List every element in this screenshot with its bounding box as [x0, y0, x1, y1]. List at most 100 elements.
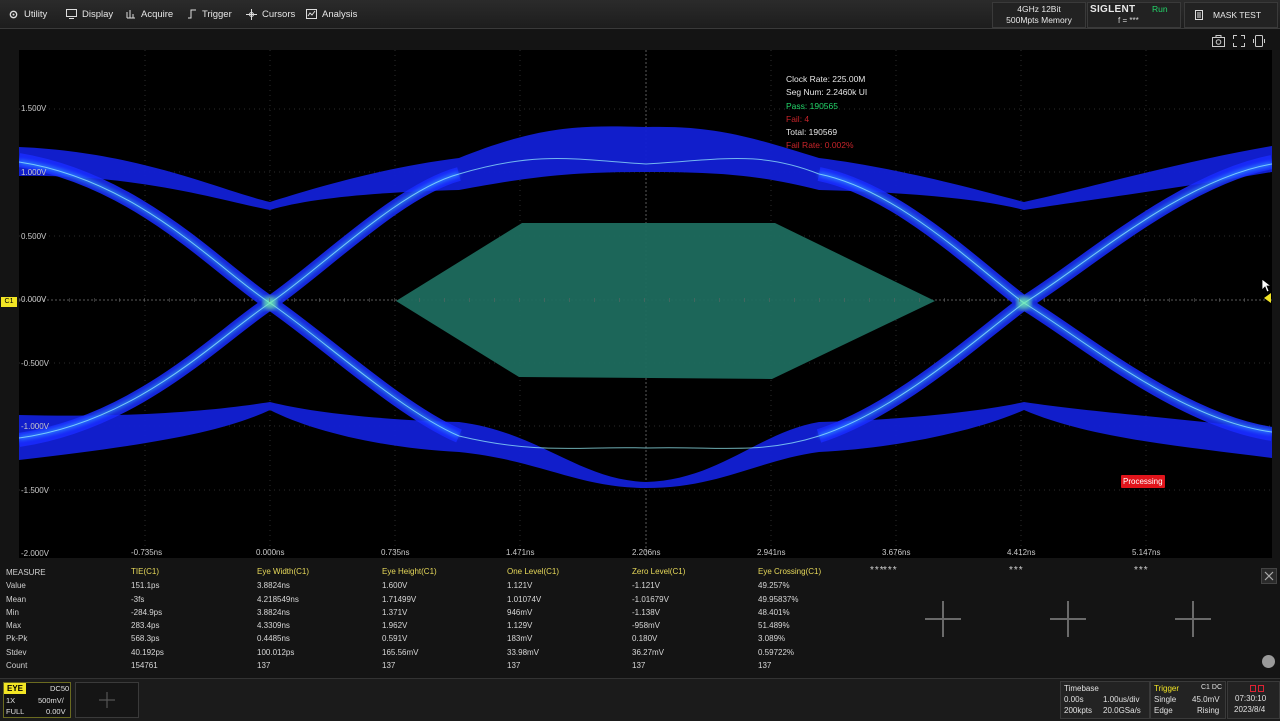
menu-utility-label: Utility	[24, 8, 48, 20]
measure-cell: 49.95837%	[758, 595, 799, 604]
measure-cell: 36.27mV	[632, 648, 665, 657]
measure-cell: -958mV	[632, 621, 661, 630]
timebase-points: 200kpts	[1064, 706, 1093, 715]
channel-offset-marker[interactable]: C1	[1, 297, 17, 307]
measure-cell: 0.180V	[632, 634, 658, 643]
timebase-box[interactable]: Timebase 0.00s 1.00us/div 200kpts 20.0GS…	[1060, 681, 1150, 719]
trigger-icon	[188, 9, 196, 19]
pass-count: Pass: 190565	[786, 100, 838, 111]
brand-name: SIGLENT	[1090, 4, 1136, 15]
measure-cell: 137	[758, 661, 772, 670]
mouse-pointer-icon	[1261, 278, 1271, 293]
total-count: Total: 190569	[786, 127, 838, 138]
y-label: -2.000V	[21, 549, 50, 558]
trigger-title: Trigger	[1154, 684, 1180, 693]
eye-offset: 0.00V	[46, 707, 66, 716]
add-channel-button[interactable]	[75, 682, 139, 718]
measure-cell: -1.01679V	[632, 595, 669, 604]
measure-cell: 137	[507, 661, 521, 670]
x-label: 3.676ns	[882, 548, 911, 557]
row-label: Mean	[6, 595, 27, 604]
measure-cell: 0.591V	[382, 634, 408, 643]
measure-column-title[interactable]: One Level(C1)	[507, 567, 559, 576]
acquire-icon	[126, 10, 135, 19]
add-measure-icon[interactable]	[1048, 599, 1088, 639]
measure-cell: -3fs	[131, 595, 145, 604]
measure-cell: 151.1ps	[131, 581, 160, 590]
cursors-icon	[246, 8, 257, 20]
menu-trigger[interactable]: Trigger	[187, 0, 232, 28]
measure-cell: 1.129V	[507, 621, 533, 630]
measure-panel: MEASURE Value Mean Min Max Pk-Pk Stdev C…	[0, 562, 1280, 676]
mask-test-button[interactable]: MASK TEST	[1184, 2, 1278, 28]
measure-cell: 3.089%	[758, 634, 786, 643]
timebase-rate: 20.0GSa/s	[1103, 706, 1141, 715]
screenshot-icon[interactable]	[1212, 35, 1226, 49]
eye-probe: 1X	[6, 696, 16, 705]
measure-column-title[interactable]: Eye Height(C1)	[382, 567, 437, 576]
measure-cell: 1.962V	[382, 621, 408, 630]
row-label: Count	[6, 661, 28, 670]
menu-trigger-label: Trigger	[202, 8, 232, 20]
timebase-delay: 0.00s	[1064, 695, 1084, 704]
panel-settings-icon[interactable]	[1262, 655, 1275, 668]
measure-column-title[interactable]: Eye Crossing(C1)	[758, 567, 821, 576]
fullscreen-icon[interactable]	[1233, 35, 1247, 49]
clock-box: 07:30:10 2023/8/4	[1227, 681, 1280, 719]
measure-cell: 0.4485ns	[257, 634, 290, 643]
trigger-level-marker[interactable]	[1264, 293, 1271, 303]
menu-cursors-label: Cursors	[262, 8, 296, 20]
menu-acquire-label: Acquire	[141, 8, 174, 20]
measure-cell: 4.3309ns	[257, 621, 290, 630]
waveform-display[interactable]	[19, 50, 1272, 558]
clock-time: 07:30:10	[1235, 694, 1267, 703]
measure-cell: 568.3ps	[131, 634, 160, 643]
add-measure-icon[interactable]	[923, 599, 963, 639]
status-bar: EYE DC50 1X 500mV/ FULL 0.00V Timebase 0…	[0, 678, 1280, 721]
fail-rate: Fail Rate: 0.002%	[786, 140, 854, 151]
row-label: Max	[6, 621, 22, 630]
document-icon	[1195, 10, 1203, 20]
measure-column-title[interactable]: TIE(C1)	[131, 567, 159, 576]
x-label: 2.941ns	[757, 548, 786, 557]
measure-cell: 283.4ps	[131, 621, 160, 630]
network-icon	[1250, 685, 1264, 692]
menu-cursors[interactable]: Cursors	[246, 0, 295, 28]
empty-measure-slot[interactable]: ***	[883, 565, 898, 576]
close-icon[interactable]	[1261, 568, 1277, 584]
y-label: 0.500V	[21, 232, 47, 241]
eye-channel-title: EYE	[4, 683, 26, 694]
measure-column-title[interactable]: Eye Width(C1)	[257, 567, 309, 576]
eye-coupling: DC50	[50, 684, 70, 693]
menu-utility[interactable]: Utility	[8, 0, 47, 28]
analysis-icon	[306, 9, 317, 19]
trigger-slope: Rising	[1197, 706, 1220, 715]
measure-cell: 49.257%	[758, 581, 790, 590]
measure-column-title[interactable]: Zero Level(C1)	[632, 567, 685, 576]
menu-analysis[interactable]: Analysis	[306, 0, 357, 28]
menu-analysis-label: Analysis	[322, 8, 358, 20]
measure-cell: 1.121V	[507, 581, 533, 590]
spec-line-1: 4GHz 12Bit	[1017, 4, 1061, 14]
empty-measure-slot[interactable]: ***	[1009, 565, 1024, 576]
measure-header-label: MEASURE	[6, 568, 46, 577]
trigger-type: Edge	[1154, 706, 1173, 715]
popout-icon[interactable]	[1253, 35, 1267, 49]
menu-acquire[interactable]: Acquire	[126, 0, 173, 28]
brand-status[interactable]: SIGLENT Run f = ***	[1087, 2, 1181, 28]
trigger-box[interactable]: Trigger C1 DC Single 45.0mV Edge Rising	[1150, 681, 1226, 719]
measure-cell: 183mV	[507, 634, 533, 643]
measure-cell: 3.8824ns	[257, 581, 290, 590]
measure-cell: 154761	[131, 661, 158, 670]
plot-toolbar	[1206, 35, 1278, 49]
mask-test-label: MASK TEST	[1213, 10, 1262, 20]
empty-measure-slot[interactable]: ***	[1134, 565, 1149, 576]
add-measure-icon[interactable]	[1173, 599, 1213, 639]
menu-display[interactable]: Display	[66, 0, 113, 28]
frequency-readout: f = ***	[1118, 16, 1139, 25]
measure-cell: -1.121V	[632, 581, 661, 590]
mask-test-stats: Clock Rate: 225.00M Seg Num: 2.2460k UI …	[786, 73, 867, 153]
row-label: Stdev	[6, 648, 27, 657]
add-icon	[99, 692, 115, 708]
eye-channel-box[interactable]: EYE DC50 1X 500mV/ FULL 0.00V	[3, 682, 71, 718]
